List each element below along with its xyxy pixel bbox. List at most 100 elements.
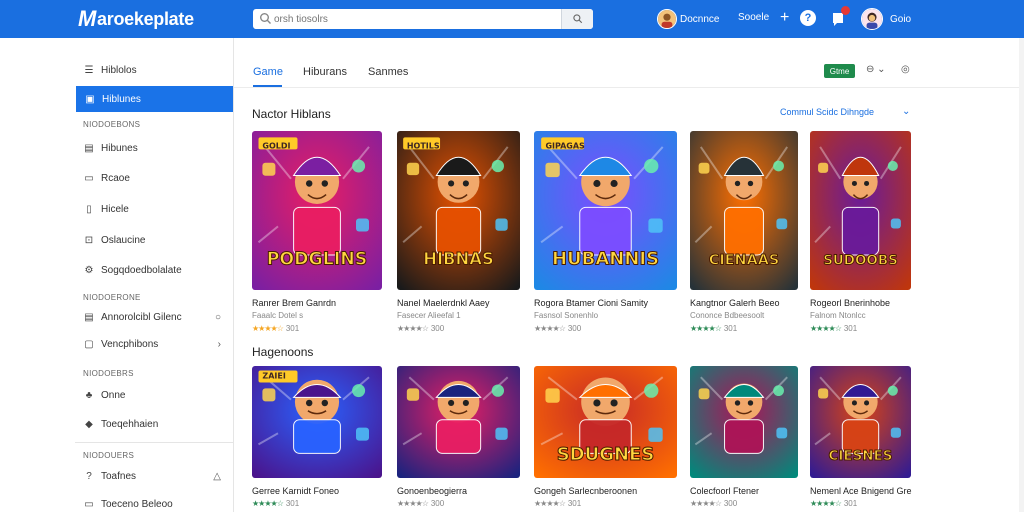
tab-game[interactable]: Game [253,66,283,78]
game-card[interactable]: GIPAGAS HUBANNIS Rogora Btamer Cioni Samit… [534,131,677,336]
game-card[interactable]: CIENAAS Kangtnor Galerh Beeo Cononce Bdbee… [690,131,798,336]
circle-icon: ○ [214,311,221,323]
card-art-title: HUBANNIS [552,249,659,270]
sidebar-item-3[interactable]: ▤ Hibunes [75,136,233,160]
logo-text: aroekeplate [97,8,194,29]
sidebar-item-8[interactable]: ▤ Annorolcibl Gilenc ○ [75,305,233,329]
sidebar-item-label: Oslaucine [101,234,146,246]
rating-count: 301 [843,324,858,333]
filter-pill[interactable]: Gtme [824,64,855,78]
rating-count: 301 [843,499,858,508]
game-thumbnail[interactable] [690,366,798,478]
search-icon [260,13,271,24]
game-thumbnail[interactable]: SDUGNES [534,366,677,478]
card-title[interactable]: Gongeh Sarlecnberoonen [534,486,637,496]
game-card[interactable]: Gonoenbeogierra ★★★★☆ 300 [397,366,520,511]
game-thumbnail[interactable]: GOLDI PODGLINS [252,131,382,290]
sidebar-item-label: Hiblunes [102,93,141,105]
rating-count: 300 [430,499,445,508]
rating-count: 301 [285,324,300,333]
account-menu[interactable]: Goio [861,8,911,30]
sort-dropdown-icon[interactable]: ⊖ ⌄ [866,64,886,75]
sidebar-item-13[interactable]: ▭ Toeceno Beleoo [75,492,233,516]
card-subtitle: Faaalc Dotel s [252,311,304,320]
sidebar-item-12[interactable]: ? Toafnes △ [75,464,233,488]
sidebar-item-label: Sogqdoedbolalate [101,264,182,276]
sidebar-item-label: Toeqehhaien [101,418,159,430]
sidebar-item-5[interactable]: ▯ Hicele [75,197,233,221]
game-card[interactable]: Colecfoorl Ftener ★★★★☆ 300 [690,366,798,511]
sidebar-item-label: Vencphibons [101,338,159,350]
user-menu[interactable]: Docnnce [657,9,719,29]
sidebar-item-6[interactable]: ⊡ Oslaucine [75,228,233,252]
star-rating-icon: ★★★★☆ [810,324,842,333]
game-card[interactable]: HOTILS HIBNAS Nanel Maelerdnkl Aaey Fasecer… [397,131,520,336]
scrollbar[interactable] [1019,38,1024,512]
inbox-icon: ▭ [84,172,94,184]
game-card[interactable]: SUDOOBS Rogeorl Bnerinhobe Falnom Ntonlcc ★… [810,131,911,336]
star-rating-icon: ★★★★☆ [810,499,842,508]
sidebar-item-1[interactable]: ☰ Hiblolos [75,58,233,82]
sidebar-heading: NIODOERONE [83,293,141,302]
card-title[interactable]: Ranrer Brem Ganrdn [252,298,336,308]
download-icon: ⊡ [84,234,94,246]
file-icon: ▯ [86,203,92,215]
add-icon[interactable]: + [780,8,789,28]
gamepad-icon: ▤ [84,142,94,154]
chevron-down-icon[interactable]: ⌄ [902,106,910,117]
account-name: Goio [890,13,912,25]
card-title[interactable]: Nanel Maelerdnkl Aaey [397,298,490,308]
game-thumbnail[interactable]: SUDOOBS [810,131,911,290]
card-subtitle: Cononce Bdbeesoolt [690,311,765,320]
card-title[interactable]: Kangtnor Galerh Beeo [690,298,780,308]
game-thumbnail[interactable]: ZAIEI [252,366,382,478]
sidebar-item-label: Hibunes [101,142,138,154]
tab-sanmes[interactable]: Sanmes [368,66,408,78]
search-bar [253,9,593,29]
game-card[interactable]: CIESNES Nemenl Ace Bnigend Gre ★★★★☆ 301 [810,366,912,511]
sidebar-item-label: Toafnes [101,470,137,482]
card-title[interactable]: Nemenl Ace Bnigend Gre [810,486,912,496]
card-title[interactable]: Colecfoorl Ftener [690,486,759,496]
game-thumbnail[interactable]: CIESNES [810,366,911,478]
game-card[interactable]: ZAIEI Gerree Karnidt Foneo ★★★★☆ 301 [252,366,382,511]
tab-hiburans[interactable]: Hiburans [303,66,347,78]
card-title[interactable]: Rogora Btamer Cioni Samity [534,298,648,308]
help-icon[interactable]: ? [800,10,816,26]
star-rating-icon: ★★★★☆ [252,499,284,508]
rating-count: 300 [567,324,582,333]
header-link[interactable]: Sooele [738,12,769,23]
game-thumbnail[interactable]: HOTILS HIBNAS [397,131,520,290]
sidebar-heading: NIODOEBRS [83,369,134,378]
rating-count: 300 [723,499,738,508]
card-title[interactable]: Gerree Karnidt Foneo [252,486,339,496]
sidebar-item-9[interactable]: ▢ Vencphibons › [75,332,233,356]
game-card[interactable]: SDUGNES Gongeh Sarlecnberoonen ★★★★☆ 301 [534,366,677,511]
app-logo[interactable]: M aroekeplate [78,6,194,32]
card-art-title: SUDOOBS [823,254,898,269]
game-thumbnail[interactable]: GIPAGAS HUBANNIS [534,131,677,290]
sidebar-item-11[interactable]: ◆ Toeqehhaien [75,412,233,436]
sidebar-item-7[interactable]: ⚙ Sogqdoedbolalate [75,258,233,282]
search-button[interactable] [561,9,593,29]
sidebar-item-4[interactable]: ▭ Rcaoe [75,166,233,190]
search-input[interactable] [274,10,564,28]
section-title: Nactor Hiblans [252,107,331,121]
card-title[interactable]: Rogeorl Bnerinhobe [810,298,890,308]
people-icon: ♣ [85,389,93,401]
sidebar-heading: NIODOEBONS [83,120,141,129]
game-thumbnail[interactable]: CIENAAS [690,131,798,290]
card-tag: GIPAGAS [545,141,585,150]
sidebar-item-10[interactable]: ♣ Onne [75,383,233,407]
card-title[interactable]: Gonoenbeogierra [397,486,467,496]
game-thumbnail[interactable] [397,366,520,478]
view-toggle-icon[interactable]: ◎ [901,64,910,75]
notification-badge [841,6,850,15]
game-card[interactable]: GOLDI PODGLINS Ranrer Brem Ganrdn Faaalc Do… [252,131,382,336]
see-more-link[interactable]: Commul Scidc Dihngde [780,107,874,117]
sidebar: ☰ Hiblolos ▣ Hiblunes NIODOEBONS ▤ Hibun… [75,38,234,512]
card-art-title: PODGLINS [267,250,368,270]
sidebar-item-label: Hiblolos [101,64,137,76]
sidebar-item-active[interactable]: ▣ Hiblunes [76,86,233,112]
star-rating-icon: ★★★★☆ [534,499,566,508]
